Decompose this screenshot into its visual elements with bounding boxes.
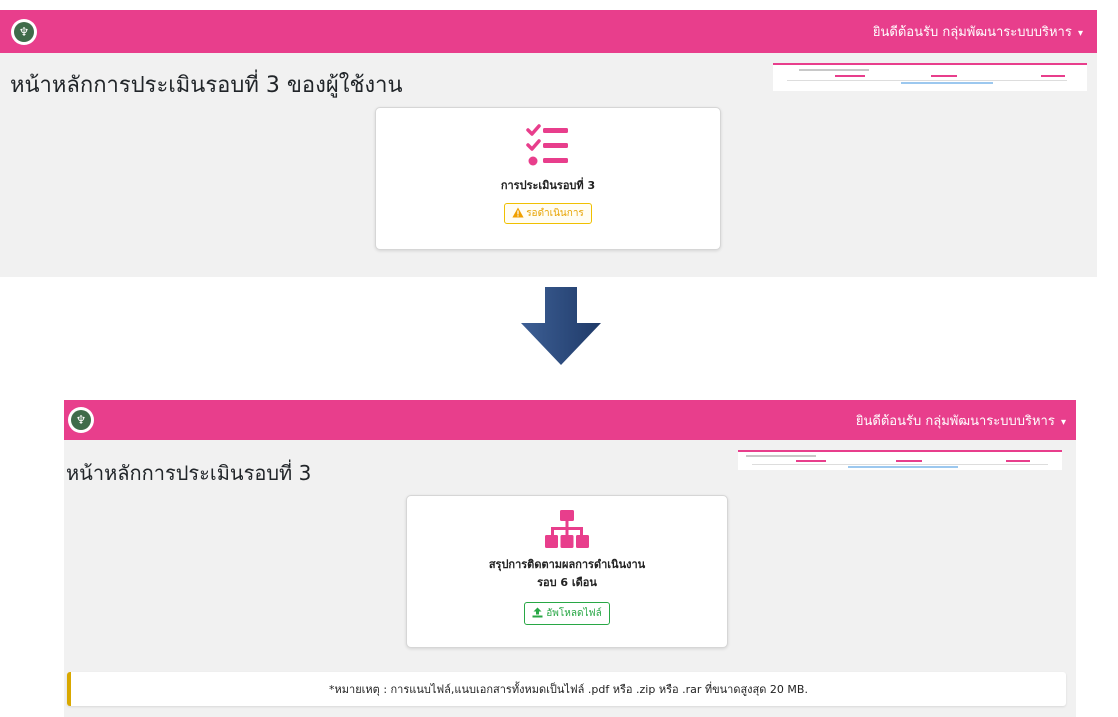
user-menu-dropdown[interactable]: ยินดีต้อนรับ กลุ่มพัฒนาระบบบริหาร ▾ — [873, 21, 1083, 42]
sitemap-icon — [545, 510, 589, 554]
logo-emblem-icon: ♆ — [14, 21, 34, 42]
list-check-icon — [525, 123, 571, 173]
caret-down-icon: ▾ — [1077, 28, 1083, 39]
caret-down-icon: ▾ — [1060, 416, 1066, 428]
top-navbar: ♆ ยินดีต้อนรับ กลุ่มพัฒนาระบบบริหาร ▾ — [0, 10, 1097, 53]
status-label: รอดำเนินการ — [526, 208, 584, 219]
thumbnail-preview — [773, 63, 1087, 91]
evaluation-card[interactable]: การประเมินรอบที่ 3 รอดำเนินการ — [375, 107, 721, 250]
warning-icon — [512, 207, 524, 221]
pending-status-button[interactable]: รอดำเนินการ — [504, 203, 592, 224]
welcome-text: ยินดีต้อนรับ กลุ่มพัฒนาระบบบริหาร — [855, 413, 1055, 429]
arrow-down-icon — [521, 287, 601, 365]
user-menu-dropdown[interactable]: ยินดีต้อนรับ กลุ่มพัฒนาระบบบริหาร ▾ — [856, 410, 1066, 431]
before-screenshot: ♆ ยินดีต้อนรับ กลุ่มพัฒนาระบบบริหาร ▾ หน… — [0, 10, 1097, 277]
card-title-line2: รอบ 6 เดือน — [537, 576, 597, 589]
welcome-text: ยินดีต้อนรับ กลุ่มพัฒนาระบบบริหาร — [872, 25, 1072, 40]
note-text: *หมายเหตุ : การแนบไฟล์,แนบเอกสารทั้งหมดเ… — [329, 683, 808, 696]
thumbnail-preview — [738, 450, 1062, 470]
ministry-logo[interactable]: ♆ — [68, 407, 94, 433]
upload-label: อัพโหลดไฟล์ — [546, 608, 602, 619]
page-title: หน้าหลักการประเมินรอบที่ 3 — [66, 461, 312, 485]
card-title-line1: สรุปการติดตามผลการดำเนินงาน — [488, 558, 646, 571]
upload-file-button[interactable]: อัพโหลดไฟล์ — [524, 602, 610, 625]
top-navbar: ♆ ยินดีต้อนรับ กลุ่มพัฒนาระบบบริหาร ▾ — [64, 400, 1076, 440]
after-screenshot: ♆ ยินดีต้อนรับ กลุ่มพัฒนาระบบบริหาร ▾ หน… — [64, 400, 1076, 717]
upload-icon — [532, 607, 543, 621]
logo-emblem-icon: ♆ — [71, 410, 91, 430]
page-title: หน้าหลักการประเมินรอบที่ 3 ของผู้ใช้งาน — [10, 73, 403, 98]
upload-card[interactable]: สรุปการติดตามผลการดำเนินงาน รอบ 6 เดือน … — [406, 495, 728, 648]
file-note-alert: *หมายเหตุ : การแนบไฟล์,แนบเอกสารทั้งหมดเ… — [67, 672, 1066, 706]
ministry-logo[interactable]: ♆ — [11, 18, 37, 45]
card-title: การประเมินรอบที่ 3 — [500, 179, 596, 192]
